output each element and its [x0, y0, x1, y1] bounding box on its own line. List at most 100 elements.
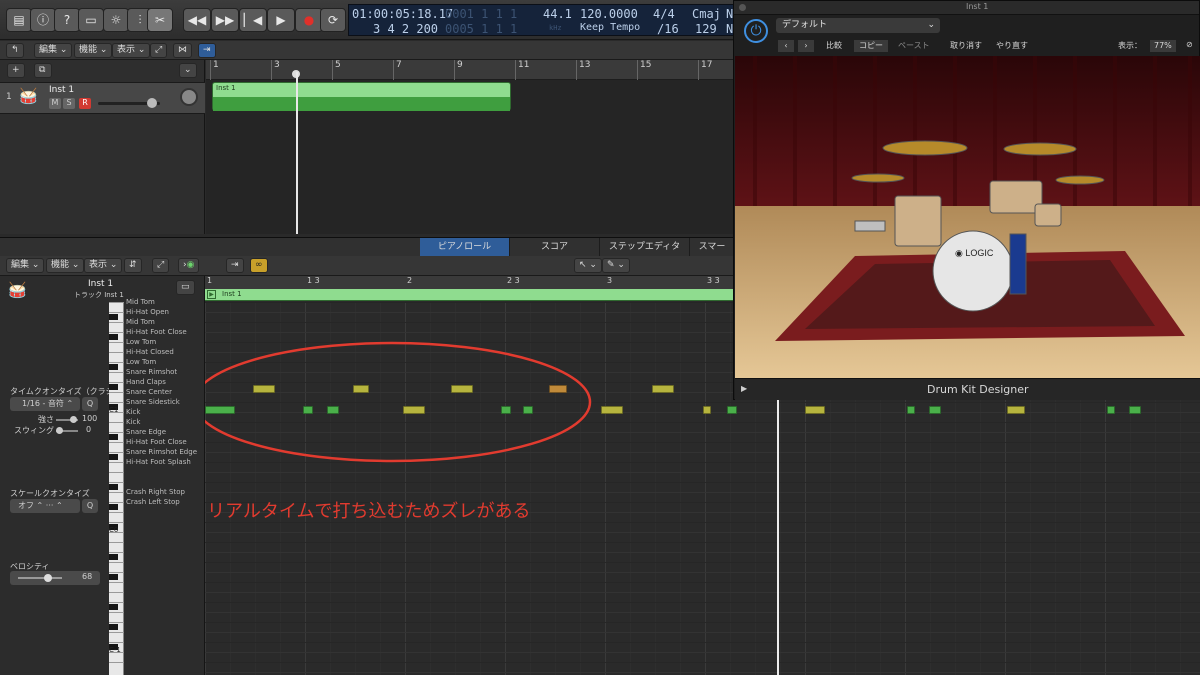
midi-note[interactable] [1129, 406, 1141, 414]
black-key[interactable] [109, 454, 118, 460]
arrange-area[interactable]: 1 3 5 7 9 11 13 15 17 Inst 1 [206, 60, 735, 234]
play-icon[interactable]: ▶ [267, 8, 295, 32]
lcd-display[interactable]: 01:00:05:18.17 0001 1 1 1 3 4 2 200 0005… [348, 4, 734, 36]
black-key[interactable] [109, 314, 118, 320]
midi-note[interactable] [805, 406, 825, 414]
time-quantize-select[interactable]: 1/16 - 音符 ⌃ [10, 397, 80, 411]
solo-button[interactable]: S [63, 98, 75, 109]
strength-knob[interactable] [70, 416, 77, 423]
velocity-control[interactable]: 68 [10, 571, 100, 585]
midi-note[interactable] [205, 406, 235, 414]
toolbar-icon[interactable]: ▭ [78, 8, 104, 32]
pr-midi-in-icon[interactable]: ›◉ [178, 258, 200, 273]
pr-view-menu[interactable]: 表示 ⌄ [84, 258, 123, 273]
black-key[interactable] [109, 604, 118, 610]
piano-keyboard[interactable]: C1 C0 C-1 [109, 302, 124, 675]
midi-note[interactable] [303, 406, 313, 414]
midi-note[interactable] [253, 385, 275, 393]
scissors-icon[interactable]: ✂ [147, 8, 173, 32]
tab-smart-tempo[interactable]: スマー [690, 238, 735, 257]
tab-step-editor[interactable]: ステップエディタ [600, 238, 690, 257]
pr-split-icon[interactable]: ⇵ [124, 258, 142, 273]
link-icon[interactable]: ∞ [250, 258, 268, 273]
plugin-window[interactable]: Inst 1 ⏻ デフォルト ⌄ ‹ › 比較 コピー ペースト 取り消す やり直… [733, 0, 1200, 400]
midi-note[interactable] [703, 406, 711, 414]
forward-icon[interactable]: ▶▶ [211, 8, 239, 32]
midi-note[interactable] [327, 406, 339, 414]
pr-edit-menu[interactable]: 編集 ⌄ [6, 258, 45, 273]
volume-knob[interactable] [147, 98, 157, 108]
catch-icon[interactable]: ⇥ [198, 43, 216, 58]
velocity-slider[interactable] [18, 577, 62, 579]
midi-note[interactable] [549, 385, 567, 393]
undo-button[interactable]: 取り消す [950, 40, 982, 52]
pencil-tool-icon[interactable]: ✎ ⌄ [602, 258, 630, 273]
midi-note[interactable] [1007, 406, 1025, 414]
black-key[interactable] [109, 624, 118, 630]
copy-button[interactable]: コピー [854, 40, 888, 52]
to-start-icon[interactable]: ▏◀ [239, 8, 267, 32]
duplicate-track-icon[interactable]: ⧉ [34, 63, 52, 78]
help-icon[interactable]: ? [54, 8, 80, 32]
tab-piano-roll[interactable]: ピアノロール [420, 238, 510, 257]
compare-button[interactable]: 比較 [826, 40, 842, 52]
scale-quantize-select[interactable]: オフ ⌃ ··· ⌃ [10, 499, 80, 513]
black-key[interactable] [109, 554, 118, 560]
region-play-icon[interactable]: ▶ [207, 290, 216, 299]
black-key[interactable] [109, 384, 118, 390]
midi-note[interactable] [403, 406, 425, 414]
arrange-ruler[interactable]: 1 3 5 7 9 11 13 15 17 [206, 60, 735, 80]
black-key[interactable] [109, 504, 118, 510]
midi-note[interactable] [601, 406, 623, 414]
automation-icon[interactable]: ⤢ [150, 43, 168, 58]
record-enable-button[interactable]: R [79, 98, 91, 109]
midi-note[interactable] [652, 385, 674, 393]
close-icon[interactable] [739, 4, 746, 11]
prev-preset-icon[interactable]: ‹ [778, 40, 794, 52]
quantize-button[interactable]: Q [82, 397, 98, 411]
smart-controls-icon[interactable]: ☼ [103, 8, 129, 32]
link-plugin-icon[interactable]: ⊘ [1186, 40, 1193, 49]
black-key[interactable] [109, 364, 118, 370]
pan-knob[interactable] [180, 88, 198, 106]
midi-note[interactable] [451, 385, 473, 393]
next-preset-icon[interactable]: › [798, 40, 814, 52]
add-track-icon[interactable]: + [7, 63, 25, 78]
flex-icon[interactable]: ⋈ [173, 43, 192, 58]
inspector-menu-icon[interactable]: ▭ [176, 280, 195, 295]
midi-note[interactable] [353, 385, 369, 393]
cycle-icon[interactable]: ⟳ [320, 8, 346, 32]
midi-note[interactable] [1107, 406, 1115, 414]
swing-knob[interactable] [56, 427, 63, 434]
playhead[interactable] [296, 72, 298, 234]
midi-note[interactable] [501, 406, 511, 414]
redo-button[interactable]: やり直す [996, 40, 1028, 52]
midi-note[interactable] [929, 406, 941, 414]
footer-play-icon[interactable]: ▶ [741, 384, 747, 393]
black-key[interactable] [109, 434, 118, 440]
preset-select[interactable]: デフォルト ⌄ [776, 18, 940, 33]
info-icon[interactable]: ⓘ [30, 8, 56, 32]
midi-note[interactable] [523, 406, 533, 414]
view-menu[interactable]: 表示 ⌄ [112, 43, 151, 58]
paste-button[interactable]: ペースト [898, 40, 930, 52]
zoom-select[interactable]: 77% [1150, 40, 1176, 52]
track-menu-icon[interactable]: ⌄ [179, 63, 197, 78]
tab-score[interactable]: スコア [510, 238, 600, 257]
pr-function-menu[interactable]: 機能 ⌄ [46, 258, 85, 273]
rewind-icon[interactable]: ◀◀ [183, 8, 211, 32]
pr-catch-icon[interactable]: ⇥ [226, 258, 244, 273]
plugin-titlebar[interactable]: Inst 1 [734, 1, 1199, 15]
black-key[interactable] [109, 484, 118, 490]
track-name[interactable]: Inst 1 [49, 85, 74, 95]
midi-note[interactable] [727, 406, 737, 414]
scale-quantize-button[interactable]: Q [82, 499, 98, 513]
black-key[interactable] [109, 574, 118, 580]
mute-button[interactable]: M [49, 98, 61, 109]
black-key[interactable] [109, 334, 118, 340]
edit-menu[interactable]: 編集 ⌄ [34, 43, 73, 58]
function-menu[interactable]: 機能 ⌄ [74, 43, 113, 58]
pointer-tool-icon[interactable]: ↖ ⌄ [574, 258, 602, 273]
midi-region[interactable]: Inst 1 [212, 82, 511, 111]
pr-automation-icon[interactable]: ⤢ [152, 258, 170, 273]
